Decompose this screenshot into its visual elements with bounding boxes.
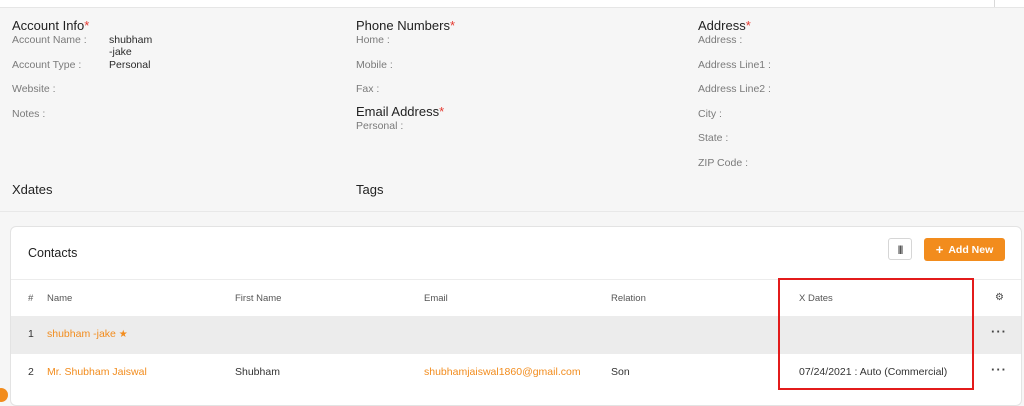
x-dates-highlight-box: [778, 278, 974, 390]
add-new-label: Add New: [948, 243, 994, 256]
header-index: #: [28, 293, 34, 304]
account-type-value: Personal: [109, 58, 151, 71]
floating-action-button[interactable]: [0, 388, 8, 402]
home-phone-row: Home :: [356, 34, 390, 46]
address-row: Address :: [698, 34, 743, 46]
header-name[interactable]: Name: [47, 293, 72, 304]
account-info-section: Account Info* Account Name : shubham -jak…: [12, 18, 153, 132]
address-section: Address* Address : Address Line1 : Addre…: [698, 18, 771, 181]
plus-icon: +: [935, 242, 944, 257]
address-line1-row: Address Line1 :: [698, 58, 771, 71]
relation-cell: Son: [611, 366, 630, 378]
header-first-name[interactable]: First Name: [235, 293, 281, 304]
add-new-button[interactable]: + Add New: [924, 238, 1005, 261]
account-info-title: Account Info*: [12, 18, 90, 33]
columns-icon[interactable]: |||: [888, 238, 912, 260]
address-title: Address*: [698, 18, 751, 33]
website-row: Website :: [12, 83, 56, 95]
city-row: City :: [698, 107, 722, 120]
row-index: 2: [28, 366, 34, 378]
fax-row: Fax :: [356, 83, 380, 95]
email-address-title: Email Address*: [356, 104, 445, 119]
account-name-row: Account Name : shubham -jake: [12, 34, 153, 58]
account-type-row: Account Type : Personal: [12, 58, 151, 71]
notes-row: Notes :: [12, 107, 46, 120]
personal-email-row: Personal :: [356, 120, 404, 132]
mobile-phone-row: Mobile :: [356, 58, 393, 71]
row-actions-menu[interactable]: ···: [991, 324, 1007, 339]
header-email[interactable]: Email: [424, 293, 448, 304]
phone-numbers-section: Phone Numbers* Home : Mobile : Fax : Ema…: [356, 18, 455, 145]
gear-icon[interactable]: ⚙: [995, 292, 1004, 303]
phone-numbers-title: Phone Numbers*: [356, 18, 456, 33]
contact-name-link[interactable]: shubham -jake ★: [47, 328, 128, 340]
tags-title: Tags: [356, 182, 384, 197]
account-details-panel: Account Info* Account Name : shubham -jak…: [0, 9, 1024, 211]
top-bar-edge: [994, 0, 1002, 7]
xdates-title: Xdates: [12, 182, 53, 197]
section-divider: [0, 211, 1024, 212]
row-actions-menu[interactable]: ···: [991, 362, 1007, 377]
contact-name-link[interactable]: Mr. Shubham Jaiswal: [47, 366, 147, 378]
row-index: 1: [28, 328, 34, 340]
address-line2-row: Address Line2 :: [698, 83, 771, 95]
state-row: State :: [698, 132, 729, 144]
zip-code-row: ZIP Code :: [698, 156, 748, 169]
email-link[interactable]: shubhamjaiswal1860@gmail.com: [424, 366, 581, 378]
first-name-cell: Shubham: [235, 366, 280, 378]
account-name-value: shubham -jake: [109, 34, 153, 58]
top-bar: [0, 0, 1024, 8]
header-relation[interactable]: Relation: [611, 293, 646, 304]
star-icon: ★: [118, 329, 128, 340]
contacts-title: Contacts: [28, 246, 78, 260]
